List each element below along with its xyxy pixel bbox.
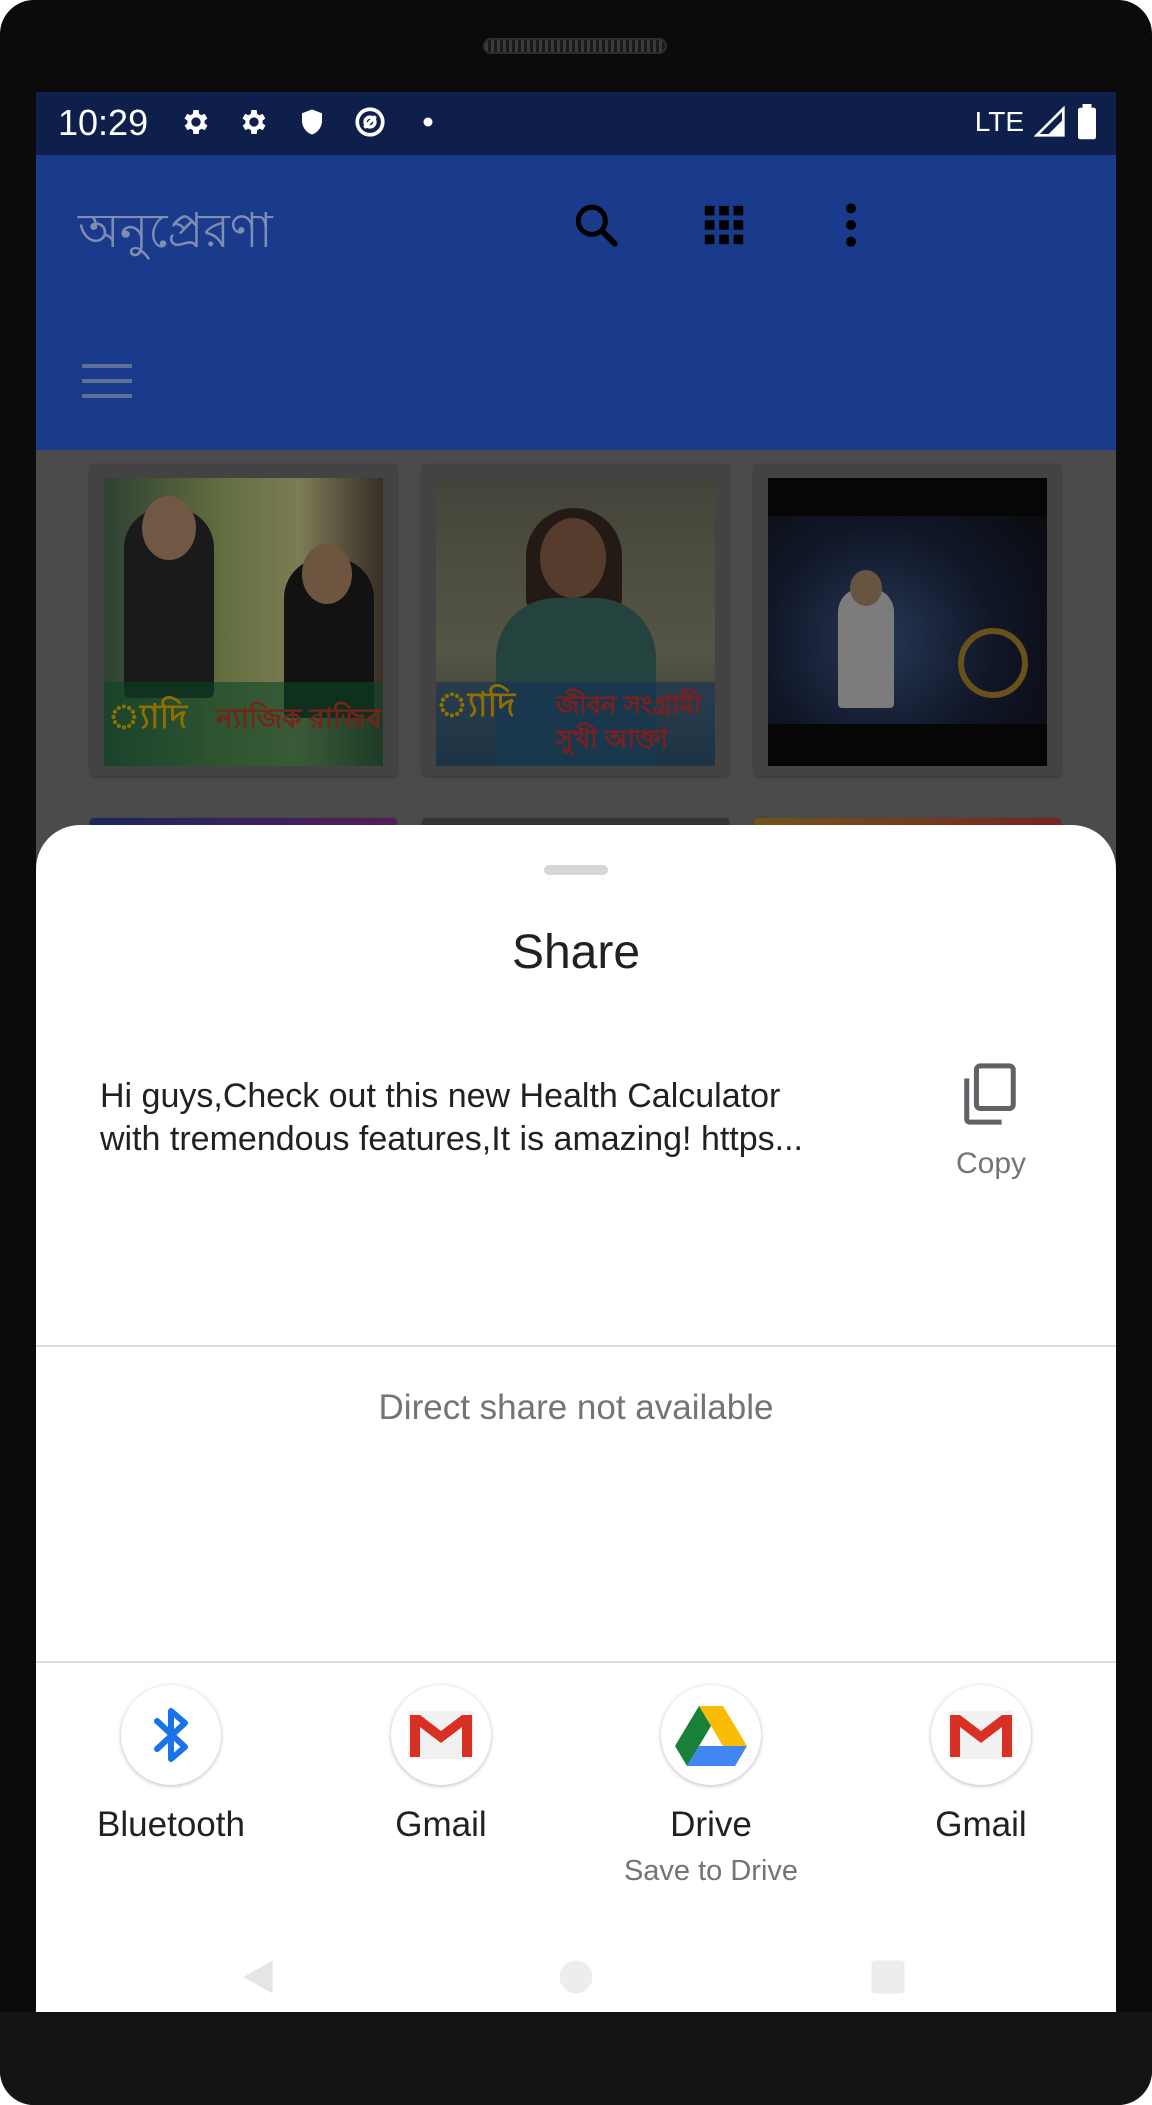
direct-share-message: Direct share not available <box>378 1388 774 1427</box>
grid-icon[interactable] <box>694 195 754 255</box>
share-target-sublabel: Save to Drive <box>623 1855 799 1887</box>
status-time: 10:29 <box>58 102 149 143</box>
share-text-line: with tremendous features,It is amazing! … <box>100 1120 803 1158</box>
recents-icon[interactable] <box>866 1955 910 1999</box>
bottom-bezel <box>0 2012 1152 2105</box>
settings-icon <box>178 104 214 140</box>
share-target-drive[interactable]: Drive Save to Drive <box>576 1685 846 1925</box>
share-target-gmail[interactable]: Gmail <box>846 1685 1116 1925</box>
search-icon[interactable] <box>566 195 626 255</box>
share-target-label: Gmail <box>935 1805 1027 1844</box>
copy-button[interactable]: Copy <box>936 1063 1046 1183</box>
drag-handle[interactable] <box>544 865 608 875</box>
share-target-label: Bluetooth <box>97 1805 245 1844</box>
settings-icon <box>236 104 272 140</box>
copy-icon <box>964 1063 1016 1125</box>
status-system-icons: LTE <box>975 104 1098 140</box>
speaker-grille <box>483 38 667 54</box>
share-targets: Bluetooth Gmail Drive Save to Drive Gmai… <box>36 1685 1116 1925</box>
app-title: অনুপ্রেরণা <box>78 203 273 259</box>
bluetooth-icon <box>121 1685 221 1785</box>
status-notification-icons <box>178 104 446 140</box>
status-bar: 10:29 LTE <box>36 92 1116 155</box>
divider <box>36 1661 1116 1663</box>
divider <box>36 1345 1116 1347</box>
copy-label: Copy <box>955 1147 1027 1180</box>
screen: 10:29 LTE অনুপ্রেরণা ্যাদি ন্যাজিক রাজিব… <box>36 92 1116 2012</box>
battery-icon <box>1078 104 1096 140</box>
share-target-label: Drive <box>670 1805 752 1844</box>
home-icon[interactable] <box>554 1955 598 1999</box>
share-text-line: Hi guys,Check out this new Health Calcul… <box>100 1077 781 1115</box>
network-type: LTE <box>974 106 1024 137</box>
more-vert-icon[interactable] <box>821 195 881 255</box>
share-target-gmail[interactable]: Gmail <box>306 1685 576 1925</box>
share-text-preview: Hi guys,Check out this new Health Calcul… <box>100 1075 900 1161</box>
navigation-bar <box>36 1935 1116 2012</box>
menu-icon[interactable] <box>82 364 132 400</box>
at-sign-icon <box>352 104 388 140</box>
dot-icon <box>410 104 446 140</box>
device-frame: 10:29 LTE অনুপ্রেরণা ্যাদি ন্যাজিক রাজিব… <box>0 0 1152 2105</box>
gmail-icon <box>391 1685 491 1785</box>
drive-icon <box>661 1685 761 1785</box>
share-sheet-title: Share <box>511 926 641 979</box>
signal-icon <box>1034 106 1065 137</box>
gmail-icon <box>931 1685 1031 1785</box>
share-target-label: Gmail <box>395 1805 487 1844</box>
share-sheet: Share Hi guys,Check out this new Health … <box>36 825 1116 2012</box>
toolbar-secondary <box>36 305 1116 450</box>
app-bar: অনুপ্রেরণা <box>36 155 1116 305</box>
share-target-bluetooth[interactable]: Bluetooth <box>36 1685 306 1925</box>
back-icon[interactable] <box>236 1955 280 1999</box>
shield-icon <box>294 104 330 140</box>
